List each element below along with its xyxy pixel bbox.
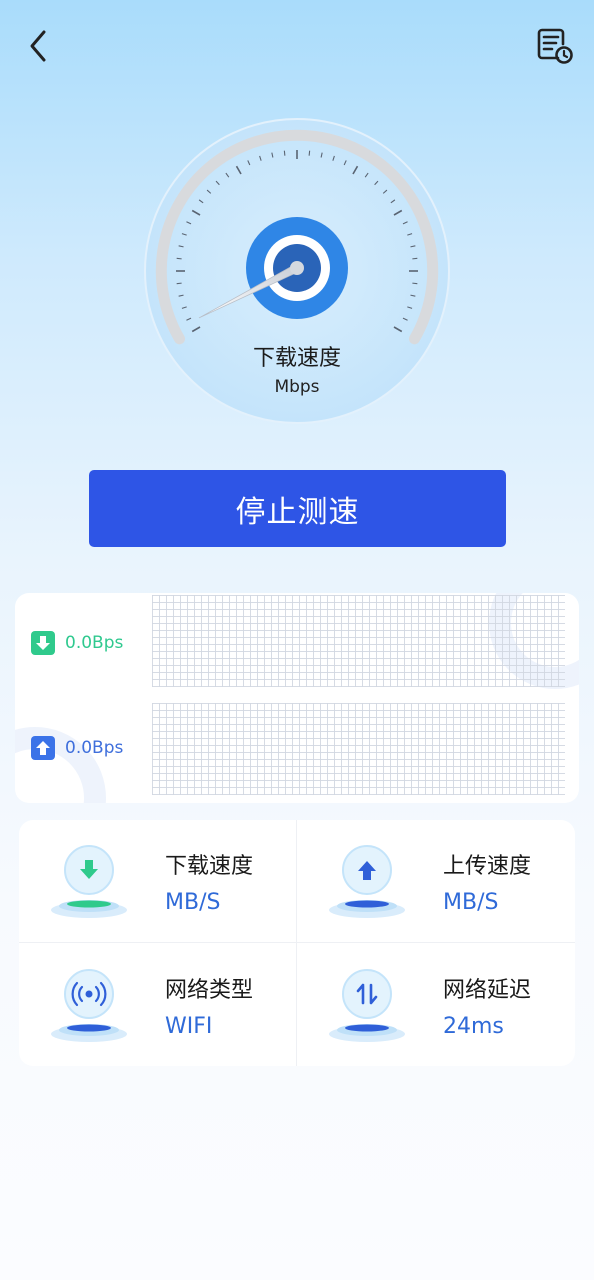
gauge-pivot — [290, 261, 304, 275]
gauge-tick — [176, 257, 182, 260]
stat-title: 网络延迟 — [443, 978, 532, 1003]
history-button[interactable] — [532, 24, 576, 68]
document-clock-icon — [537, 28, 573, 64]
download-arrow-icon — [51, 845, 127, 918]
stat-title: 网络类型 — [165, 978, 254, 1003]
speed-chart-card: 0.0Bps 0.0Bps — [15, 593, 579, 803]
gauge-tick — [412, 257, 418, 260]
stat-upload-speed: 上传速度 MB/S — [297, 820, 575, 942]
gauge-unit: Mbps — [274, 377, 320, 397]
stat-value: WIFI — [165, 1014, 213, 1039]
stop-test-button[interactable]: 停止测速 — [89, 470, 506, 547]
chevron-left-icon — [30, 30, 46, 62]
gauge-label: 下载速度 — [252, 346, 341, 371]
signal-broadcast-icon — [51, 969, 127, 1042]
stat-title: 上传速度 — [443, 854, 532, 879]
upload-rate: 0.0Bps — [31, 736, 123, 760]
download-arrow-icon — [31, 631, 55, 655]
stat-value: 24ms — [443, 1014, 504, 1039]
upload-arrow-icon — [329, 845, 405, 918]
stat-network-type: 网络类型 WIFI — [19, 944, 297, 1066]
back-button[interactable] — [22, 26, 58, 66]
download-chart-grid — [152, 595, 565, 687]
stat-download-speed: 下载速度 MB/S — [19, 820, 297, 942]
stats-card: 下载速度 MB/S 上传速度 MB/S 网络类型 WIFI 网络延迟 24ms — [19, 820, 575, 1066]
divider — [19, 942, 575, 943]
upload-chart-grid — [152, 703, 565, 795]
download-rate: 0.0Bps — [31, 631, 123, 655]
gauge-tick — [283, 150, 286, 156]
gauge-tick — [412, 282, 418, 285]
stat-value: MB/S — [165, 890, 221, 915]
download-rate-value: 0.0Bps — [65, 633, 124, 653]
upload-rate-value: 0.0Bps — [65, 738, 124, 758]
stat-title: 下载速度 — [165, 854, 254, 879]
gauge-tick — [176, 282, 182, 285]
upload-arrow-icon — [31, 736, 55, 760]
gauge-tick — [308, 150, 311, 156]
up-down-arrows-icon — [329, 969, 405, 1042]
stat-network-latency: 网络延迟 24ms — [297, 944, 575, 1066]
stat-value: MB/S — [443, 890, 499, 915]
